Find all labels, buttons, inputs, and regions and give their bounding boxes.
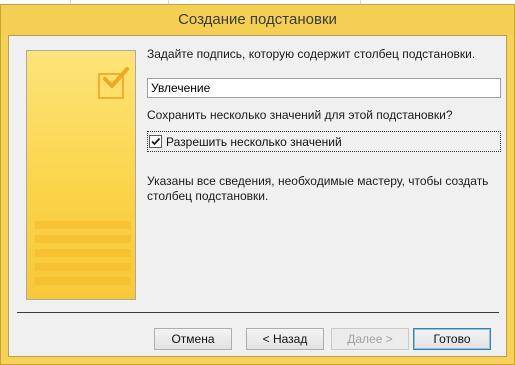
- checkmark-icon: [151, 137, 161, 146]
- cancel-button[interactable]: Отмена: [154, 328, 232, 350]
- finish-button[interactable]: Готово: [413, 328, 491, 350]
- illustration-check-icon: [103, 67, 129, 88]
- dialog-body: Задайте подпись, которую содержит столбе…: [8, 35, 507, 357]
- separator-line: [17, 312, 499, 313]
- title-bar[interactable]: Создание подстановки: [1, 5, 514, 35]
- illustration-table-icon: [35, 221, 131, 295]
- summary-text: Указаны все сведения, необходимые мастер…: [147, 174, 489, 203]
- caption-input[interactable]: Увлечение: [147, 78, 501, 98]
- allow-multiple-values-checkbox[interactable]: Разрешить несколько значений: [147, 131, 501, 152]
- back-button[interactable]: < Назад: [246, 328, 324, 350]
- multi-value-question: Сохранить несколько значений для этой по…: [147, 108, 453, 122]
- dialog-title: Создание подстановки: [178, 11, 337, 28]
- wizard-illustration: [26, 50, 136, 300]
- checkbox-box[interactable]: [149, 135, 162, 148]
- caption-prompt: Задайте подпись, которую содержит столбе…: [147, 47, 476, 61]
- next-button[interactable]: Далее >: [331, 328, 409, 350]
- wizard-dialog: Создание подстановки Задайте подпись, ко…: [0, 4, 515, 365]
- checkbox-label: Разрешить несколько значений: [166, 135, 342, 149]
